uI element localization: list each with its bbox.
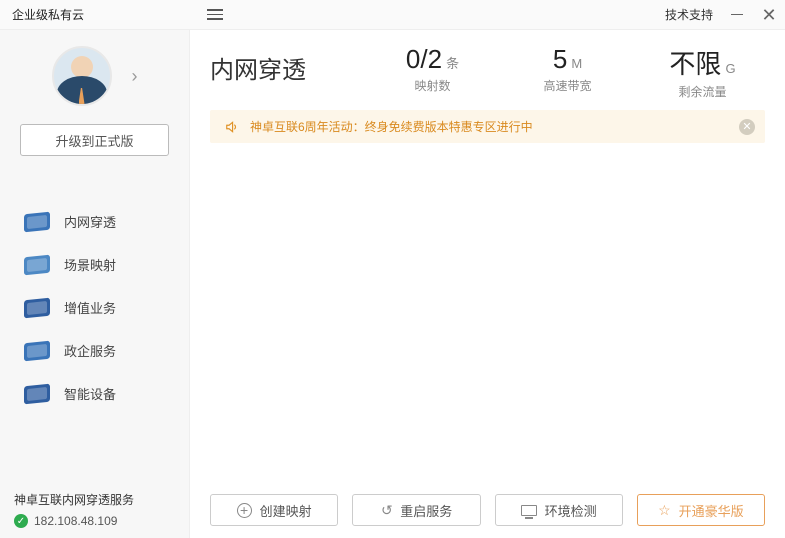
ip-address: 182.108.48.109 — [34, 514, 117, 528]
nav: 内网穿透 场景映射 增值业务 政企服务 智能设备 — [0, 180, 189, 435]
menu-icon[interactable] — [207, 9, 223, 20]
status-ok-icon: ✓ — [14, 514, 28, 528]
stats-row: 内网穿透 0/2 条 映射数 5 M 高速带宽 不限 G — [210, 44, 765, 100]
stat-value: 5 — [553, 44, 567, 75]
nav-item-scene[interactable]: 场景映射 — [0, 243, 189, 286]
nav-item-value-added[interactable]: 增值业务 — [0, 286, 189, 329]
stat-bandwidth: 5 M 高速带宽 — [505, 44, 630, 94]
nav-label: 政企服务 — [64, 341, 116, 360]
button-label: 开通豪华版 — [679, 501, 744, 520]
button-label: 创建映射 — [260, 501, 312, 520]
stat-unit: G — [725, 61, 735, 76]
chevron-right-icon[interactable]: › — [132, 66, 138, 87]
ip-row: ✓ 182.108.48.109 — [14, 514, 175, 528]
titlebar: 企业级私有云 技术支持 ✕ — [0, 0, 785, 30]
create-mapping-button[interactable]: + 创建映射 — [210, 494, 338, 526]
monitor-icon — [521, 505, 537, 516]
stat-unit: M — [571, 56, 582, 71]
stat-label: 映射数 — [370, 77, 495, 94]
sidebar-footer: 神卓互联内网穿透服务 ✓ 182.108.48.109 — [0, 481, 189, 538]
nav-label: 增值业务 — [64, 298, 116, 317]
banner-text: 神卓互联6周年活动：终身免续费版本特惠专区进行中 — [250, 118, 533, 135]
promo-banner[interactable]: 神卓互联6周年活动：终身免续费版本特惠专区进行中 ✕ — [210, 110, 765, 143]
sidebar: › 升级到正式版 内网穿透 场景映射 增值业务 政企服务 — [0, 30, 190, 538]
upgrade-button[interactable]: 升级到正式版 — [20, 124, 169, 156]
star-icon — [658, 502, 671, 519]
tunnel-icon — [24, 211, 50, 232]
stat-label: 高速带宽 — [505, 77, 630, 94]
main: 内网穿透 0/2 条 映射数 5 M 高速带宽 不限 G — [190, 30, 785, 538]
nav-label: 内网穿透 — [64, 212, 116, 231]
stat-unit: 条 — [446, 53, 459, 72]
nav-label: 场景映射 — [64, 255, 116, 274]
page-title: 内网穿透 — [210, 44, 360, 85]
stat-value: 不限 — [669, 44, 721, 81]
upgrade-label: 升级到正式版 — [55, 131, 133, 150]
nav-item-devices[interactable]: 智能设备 — [0, 372, 189, 415]
support-link[interactable]: 技术支持 — [665, 6, 713, 23]
button-label: 环境检测 — [545, 501, 597, 520]
close-button[interactable]: ✕ — [761, 7, 777, 23]
stat-mappings: 0/2 条 映射数 — [370, 44, 495, 94]
stat-traffic: 不限 G 剩余流量 — [640, 44, 765, 100]
content-area — [210, 143, 765, 484]
nav-item-tunnel[interactable]: 内网穿透 — [0, 200, 189, 243]
stat-value: 0/2 — [406, 44, 442, 75]
upgrade-premium-button[interactable]: 开通豪华版 — [637, 494, 765, 526]
nav-item-gov[interactable]: 政企服务 — [0, 329, 189, 372]
plus-icon: + — [237, 503, 252, 518]
gov-icon — [24, 340, 50, 361]
avatar[interactable] — [52, 46, 112, 106]
banner-close-button[interactable]: ✕ — [739, 119, 755, 135]
nav-label: 智能设备 — [64, 384, 116, 403]
bottom-bar: + 创建映射 重启服务 环境检测 开通豪华版 — [210, 484, 765, 526]
app-title: 企业级私有云 — [12, 6, 84, 23]
stat-label: 剩余流量 — [640, 83, 765, 100]
value-added-icon — [24, 297, 50, 318]
devices-icon — [24, 383, 50, 404]
scene-icon — [24, 254, 50, 275]
restart-service-button[interactable]: 重启服务 — [352, 494, 480, 526]
footer-service-title: 神卓互联内网穿透服务 — [14, 491, 175, 508]
refresh-icon — [381, 502, 393, 519]
speaker-icon — [224, 119, 240, 135]
minimize-button[interactable] — [729, 7, 745, 23]
button-label: 重启服务 — [400, 501, 452, 520]
env-check-button[interactable]: 环境检测 — [495, 494, 623, 526]
